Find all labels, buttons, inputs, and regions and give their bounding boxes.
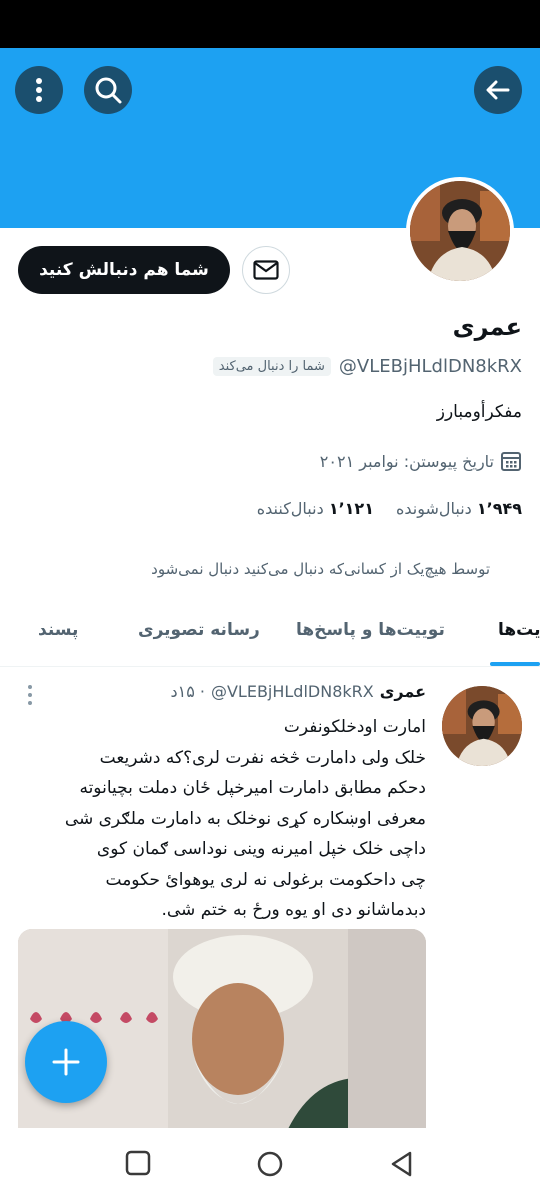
- tweet-header: عمری @VLEBjHLdlDN8kRX · ۱۵د: [40, 682, 426, 701]
- search-button[interactable]: [84, 66, 132, 114]
- profile-name: عمری: [452, 313, 522, 341]
- square-icon[interactable]: [125, 1150, 151, 1176]
- calendar-icon: [501, 452, 521, 471]
- more-button[interactable]: [15, 66, 63, 114]
- triangle-back-icon[interactable]: [388, 1150, 416, 1178]
- mail-icon: [253, 260, 279, 280]
- not-followed-note: توسط هیچ‌یک از کسانی‌که دنبال می‌کنید دن…: [151, 560, 490, 578]
- profile-tabs: یت‌ها توییت‌ها و پاسخ‌ها رسانه تصویری پس…: [0, 602, 540, 667]
- compose-button[interactable]: [25, 1021, 107, 1103]
- plus-icon: [52, 1048, 80, 1076]
- profile-bio: مفکرأومبارز: [436, 402, 522, 422]
- more-vertical-icon: [36, 78, 42, 102]
- android-nav-bar: [0, 1128, 540, 1200]
- followers-label: دنبال‌کننده: [256, 499, 324, 518]
- follow-button-label: شما هم دنبالش کنید: [39, 260, 209, 280]
- back-button[interactable]: [474, 66, 522, 114]
- avatar-figure: [410, 181, 510, 281]
- avatar-figure: [442, 686, 522, 766]
- following-count: ۱٬۹۴۹: [476, 499, 522, 518]
- profile-avatar[interactable]: [406, 177, 514, 285]
- status-bar: [0, 0, 540, 48]
- tweet-time: · ۱۵د: [170, 682, 205, 701]
- more-vertical-icon: [28, 685, 32, 705]
- tab-tweets[interactable]: یت‌ها: [498, 620, 540, 640]
- tweet-author-name[interactable]: عمری: [380, 682, 426, 701]
- followers-stat[interactable]: ۱٬۱۲۱ دنبال‌کننده: [257, 499, 374, 518]
- tab-likes[interactable]: پسند: [38, 620, 78, 640]
- arrow-left-icon: [486, 80, 510, 100]
- followers-count: ۱٬۱۲۱: [328, 499, 374, 518]
- tab-tweets-replies[interactable]: توییت‌ها و پاسخ‌ها: [296, 620, 445, 640]
- handle-row: @VLEBjHLdlDN8kRX شما را دنبال می‌کند: [212, 356, 522, 377]
- tweet-avatar[interactable]: [442, 686, 522, 766]
- follows-you-badge: شما را دنبال می‌کند: [212, 357, 331, 376]
- following-stat[interactable]: ۱٬۹۴۹ دنبال‌شونده: [396, 499, 522, 518]
- tweet-author-handle: @VLEBjHLdlDN8kRX: [210, 682, 374, 701]
- tweet-more-button[interactable]: [26, 684, 34, 710]
- circle-icon[interactable]: [256, 1150, 284, 1178]
- follow-button[interactable]: شما هم دنبالش کنید: [18, 246, 230, 294]
- joined-date-row: تاریخ پیوستن: نوامبر ۲۰۲۱: [320, 450, 522, 472]
- tab-media[interactable]: رسانه تصویری: [138, 620, 260, 640]
- profile-handle: @VLEBjHLdlDN8kRX: [338, 356, 522, 377]
- tweet-text: امارت اودخلکونفرت خلک ولی دامارت څخه نفر…: [64, 717, 426, 920]
- joined-date: تاریخ پیوستن: نوامبر ۲۰۲۱: [319, 451, 494, 471]
- message-button[interactable]: [242, 246, 290, 294]
- follow-stats: ۱٬۹۴۹ دنبال‌شونده ۱٬۱۲۱ دنبال‌کننده: [257, 499, 522, 518]
- following-label: دنبال‌شونده: [395, 499, 472, 518]
- search-icon: [95, 77, 122, 104]
- active-tab-indicator: [490, 662, 540, 666]
